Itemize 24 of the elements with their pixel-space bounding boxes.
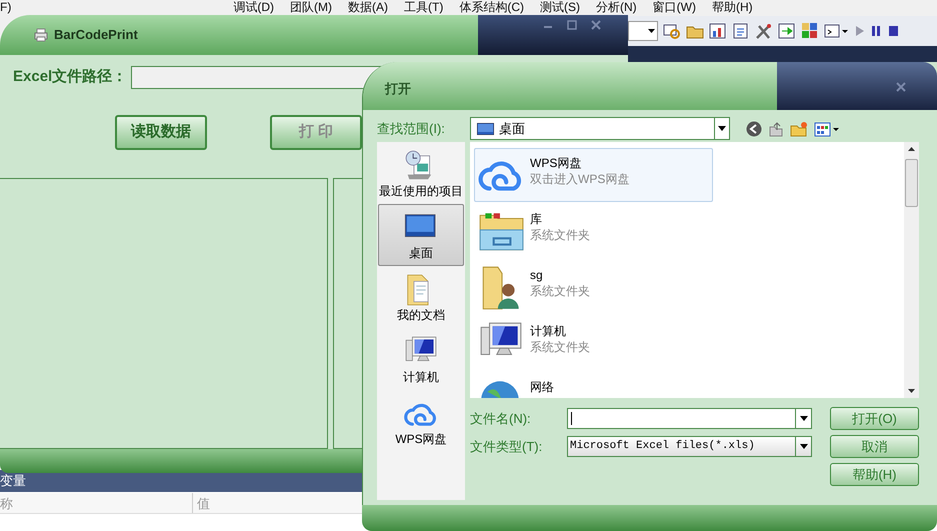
window-title: BarCodePrint bbox=[54, 26, 138, 44]
combo-value: 桌面 bbox=[499, 120, 526, 138]
file-type: 系统文件夹 bbox=[530, 227, 590, 243]
field-label: 文件类型(T): bbox=[470, 438, 544, 456]
file-type: 系统文件夹 bbox=[530, 283, 590, 299]
file-type: 双击进入WPS网盘 bbox=[530, 171, 630, 187]
file-name: 网络 bbox=[530, 379, 554, 395]
place-label: 我的文档 bbox=[397, 308, 445, 322]
field-value: Microsoft Excel files(*.xls) bbox=[569, 439, 756, 454]
place-label: 桌面 bbox=[409, 246, 433, 260]
file-name: WPS网盘 bbox=[530, 155, 582, 171]
field-label: 文件名(N): bbox=[470, 410, 532, 428]
file-type: 系统文件夹 bbox=[530, 339, 590, 355]
place-label: WPS网盘 bbox=[395, 432, 447, 446]
dialog-title: 打开 bbox=[385, 80, 411, 98]
field-label: 查找范围(I): bbox=[377, 120, 446, 138]
file-name: 库 bbox=[530, 211, 543, 227]
place-label: 计算机 bbox=[403, 370, 439, 384]
column-header: 值 bbox=[196, 495, 211, 513]
column-header: 称 bbox=[0, 493, 193, 513]
file-name: sg bbox=[530, 267, 544, 283]
file-name: 计算机 bbox=[530, 323, 567, 339]
place-label: 最近使用的项目 bbox=[379, 184, 463, 198]
field-label: Excel文件路径： bbox=[13, 67, 128, 88]
